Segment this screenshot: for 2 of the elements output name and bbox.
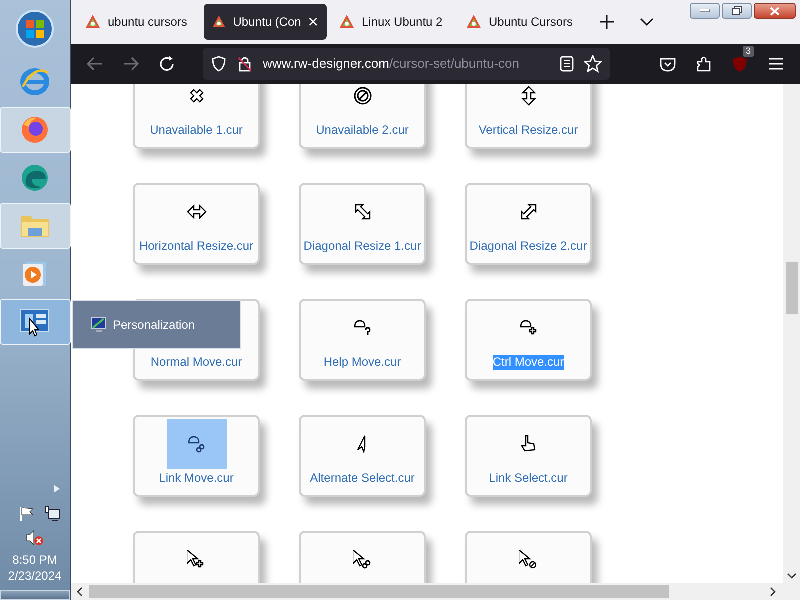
addon-badge: 3 — [742, 46, 754, 57]
tooltip-label: Personalization — [113, 316, 196, 334]
